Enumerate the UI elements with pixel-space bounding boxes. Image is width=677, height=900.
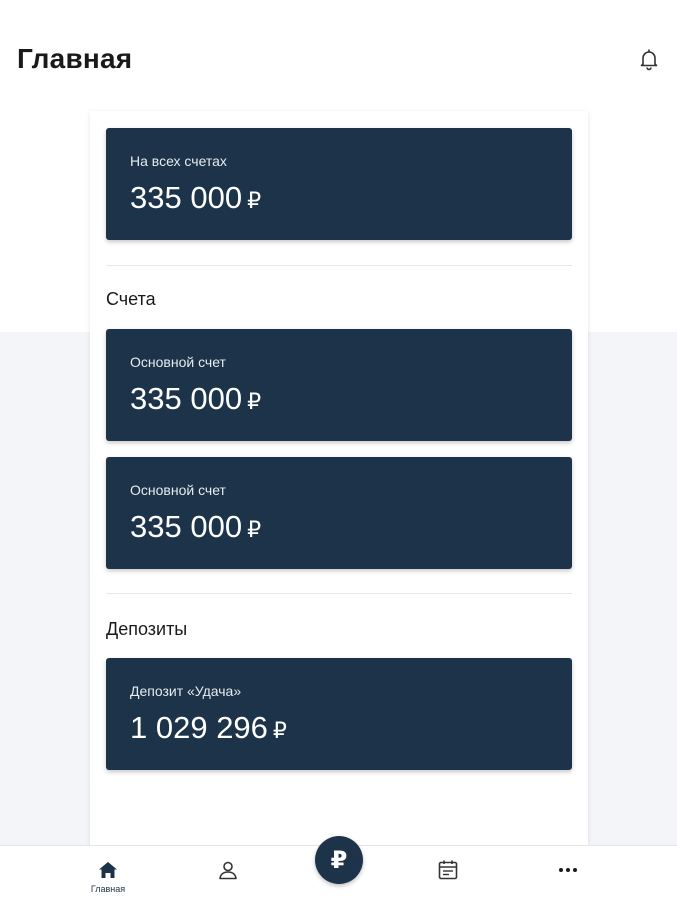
section-title-deposits: Депозиты [106, 619, 188, 639]
total-balance-card[interactable]: На всех счетах 335 000 ₽ [106, 128, 572, 240]
ruble-button[interactable]: ₽ [315, 836, 363, 884]
account-card[interactable]: Основной счет 335 000 ₽ [106, 457, 572, 569]
amount-value: 335 000 [130, 381, 243, 416]
card-amount: 335 000 ₽ [130, 509, 261, 545]
card-label: На всех счетах [130, 153, 227, 169]
deposit-card[interactable]: Депозит «Удача» 1 029 296 ₽ [106, 658, 572, 770]
more-icon [559, 868, 577, 872]
currency-sign: ₽ [247, 188, 262, 213]
card-amount: 1 029 296 ₽ [130, 710, 287, 746]
amount-value: 1 029 296 [130, 710, 268, 745]
section-title-accounts: Счета [106, 289, 156, 309]
calendar-icon [438, 860, 458, 880]
nav-item-home[interactable]: Главная [78, 846, 138, 900]
home-icon [99, 862, 117, 878]
amount-value: 335 000 [130, 180, 243, 215]
currency-sign: ₽ [272, 718, 287, 743]
currency-sign: ₽ [247, 389, 262, 414]
currency-sign: ₽ [247, 517, 262, 542]
amount-value: 335 000 [130, 509, 243, 544]
nav-item-calendar[interactable] [418, 846, 478, 900]
card-amount: 335 000 ₽ [130, 381, 261, 417]
ruble-icon: ₽ [330, 846, 348, 874]
account-card[interactable]: Основной счет 335 000 ₽ [106, 329, 572, 441]
card-label: Депозит «Удача» [130, 683, 242, 699]
bell-icon[interactable] [637, 47, 661, 71]
divider [106, 265, 572, 266]
divider [106, 593, 572, 594]
card-label: Основной счет [130, 354, 226, 370]
profile-icon [219, 861, 237, 880]
nav-item-more[interactable] [538, 846, 598, 900]
app-header: Главная [0, 0, 677, 110]
nav-label-home: Главная [90, 884, 126, 894]
page-title: Главная [17, 43, 133, 74]
accounts-panel: На всех счетах 335 000 ₽ Счета Основной с… [90, 111, 588, 851]
card-amount: 335 000 ₽ [130, 180, 261, 216]
nav-item-profile[interactable] [198, 846, 258, 900]
card-label: Основной счет [130, 482, 226, 498]
